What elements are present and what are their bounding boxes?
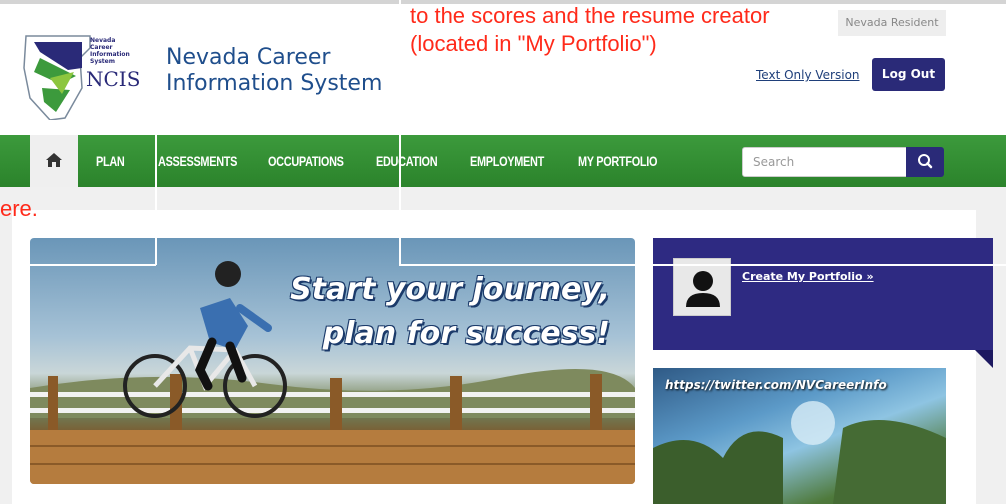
logo-small-4: System [90, 58, 115, 65]
nav-education[interactable]: EDUCATION [376, 135, 438, 187]
guide-line-h3 [399, 264, 1006, 266]
hero-caption: Start your journey, plan for success! [270, 268, 610, 356]
guide-line-v2 [399, 0, 401, 265]
avatar [673, 258, 731, 316]
annotation-top-line1: to the scores and the resume creator [410, 3, 770, 28]
logout-button[interactable]: Log Out [872, 58, 945, 91]
nav-home[interactable] [30, 135, 78, 187]
annotation-left: ere. [0, 196, 38, 221]
site-title-line1: Nevada Career [166, 45, 331, 70]
annotation-top: to the scores and the resume creator (lo… [410, 2, 770, 58]
user-silhouette-icon [686, 271, 720, 307]
hero-line1: Start your journey, [290, 272, 610, 307]
logo-small-3: Information [90, 51, 130, 58]
nav-assessments[interactable]: ASSESSMENTS [158, 135, 237, 187]
nav-occupations[interactable]: OCCUPATIONS [268, 135, 344, 187]
ncis-logo[interactable]: Nevada Career Information System NCIS [20, 28, 150, 120]
search-input[interactable]: Search [742, 147, 908, 177]
search-button[interactable] [906, 147, 944, 177]
hero-line2: plan for success! [322, 316, 610, 351]
annotation-top-line2: (located in "My Portfolio") [410, 31, 657, 56]
home-icon [46, 153, 62, 167]
nav-employment[interactable]: EMPLOYMENT [470, 135, 544, 187]
search-icon [918, 154, 933, 169]
nav-plan[interactable]: PLAN [96, 135, 125, 187]
logo-small-2: Career [90, 44, 113, 51]
nav-my-portfolio[interactable]: MY PORTFOLIO [578, 135, 657, 187]
logo-text: NCIS [86, 67, 140, 91]
guide-line-v1 [155, 125, 157, 265]
logo-small-1: Nevada [90, 37, 115, 44]
text-only-link[interactable]: Text Only Version [756, 68, 860, 82]
hero-banner[interactable]: Start your journey, plan for success! [30, 238, 635, 484]
site-title[interactable]: Nevada Career Information System [166, 45, 382, 97]
guide-line-h2 [30, 264, 156, 266]
header: Nevada Career Information System NCIS Ne… [0, 0, 1006, 132]
guide-line-h1 [0, 126, 1006, 128]
twitter-url: https://twitter.com/NVCareerInfo [665, 378, 887, 392]
twitter-widget[interactable]: https://twitter.com/NVCareerInfo [653, 368, 946, 504]
page: Nevada Career Information System NCIS Ne… [0, 0, 1006, 504]
box-corner [975, 350, 993, 368]
create-portfolio-link[interactable]: Create My Portfolio » [742, 270, 874, 283]
site-title-line2: Information System [166, 71, 383, 96]
user-name: Nevada Resident [838, 10, 946, 36]
